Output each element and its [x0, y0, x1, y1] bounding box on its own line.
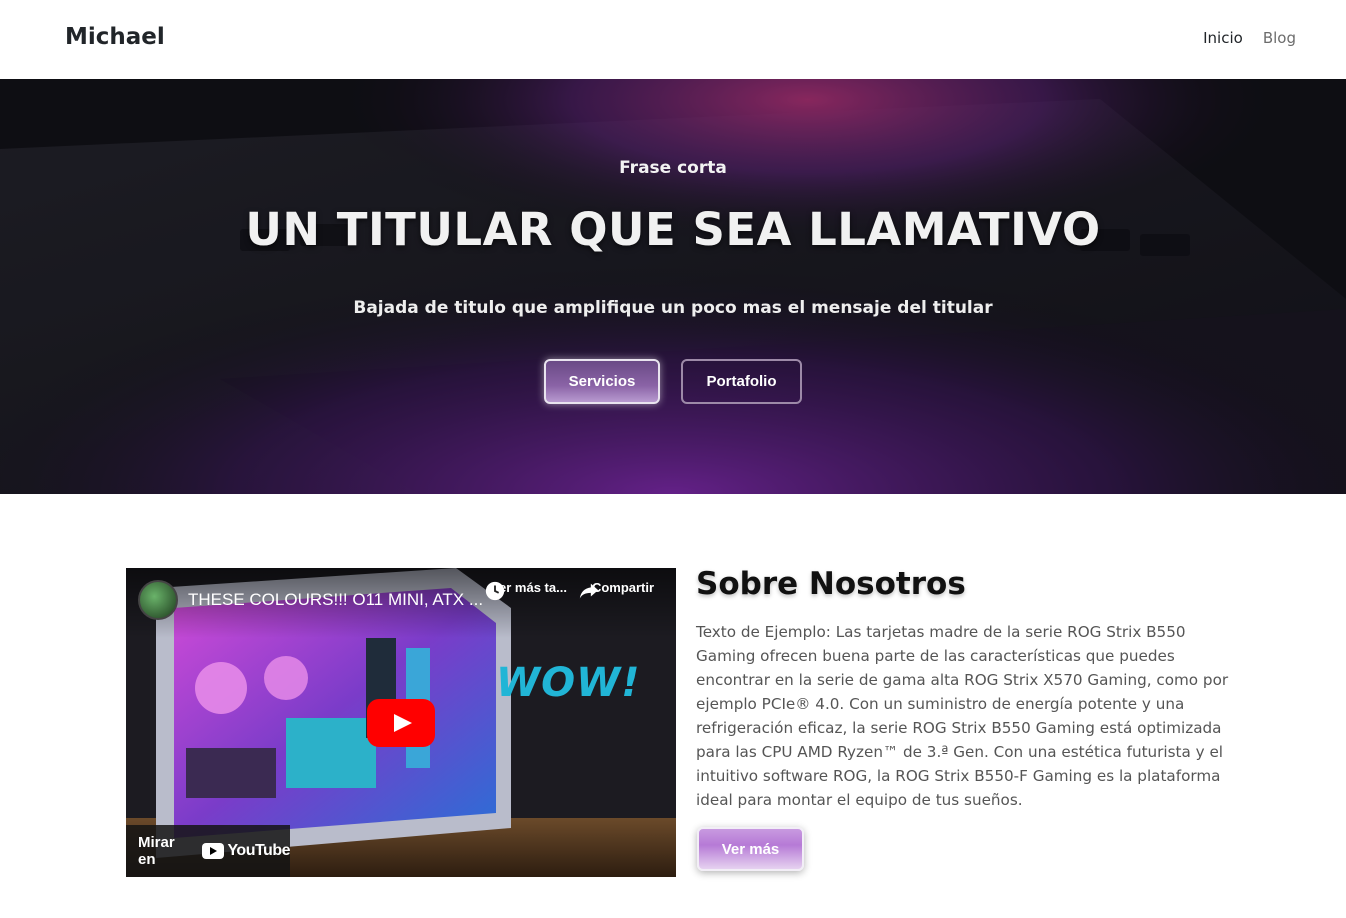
about-text: Texto de Ejemplo: Las tarjetas madre de … [696, 623, 1229, 809]
ver-mas-button[interactable]: Ver más [697, 827, 804, 871]
about-title: Sobre Nosotros [696, 566, 966, 602]
servicios-button[interactable]: Servicios [544, 359, 660, 404]
navbar: Michael Inicio Blog [0, 0, 1346, 79]
clock-icon [485, 581, 505, 601]
watch-on-label: Mirar en [138, 834, 175, 868]
channel-avatar[interactable] [138, 580, 178, 620]
play-button[interactable] [367, 699, 435, 747]
share-icon [579, 583, 599, 599]
video-title[interactable]: THESE COLOURS!!! O11 MINI, ATX ... [188, 590, 483, 610]
youtube-logo: YouTube [202, 842, 290, 860]
brand-logo[interactable]: Michael [65, 24, 165, 50]
hero-buttons: Servicios Portafolio [0, 359, 1346, 404]
hero-content: Frase corta UN TITULAR QUE SEA LLAMATIVO… [0, 79, 1346, 494]
thumbnail-wow-text: WOW! [496, 660, 641, 706]
nav-links: Inicio Blog [1203, 29, 1296, 47]
youtube-play-icon [202, 843, 225, 859]
youtube-embed[interactable]: THESE COLOURS!!! O11 MINI, ATX ... Ver m… [126, 568, 676, 877]
portafolio-button[interactable]: Portafolio [681, 359, 802, 404]
hero-title: UN TITULAR QUE SEA LLAMATIVO [245, 203, 1101, 256]
watch-on-youtube-button[interactable]: Mirar en YouTube [126, 825, 290, 877]
hero-kicker: Frase corta [619, 158, 727, 178]
share-button[interactable]: Compartir [578, 580, 668, 599]
youtube-logo-text: YouTube [227, 842, 290, 859]
hero-subtitle: Bajada de titulo que amplifique un poco … [353, 298, 993, 318]
watch-later-button[interactable]: Ver más ta... [484, 580, 574, 601]
share-label: Compartir [591, 580, 655, 595]
hero-section: Frase corta UN TITULAR QUE SEA LLAMATIVO… [0, 79, 1346, 494]
nav-link-inicio[interactable]: Inicio [1203, 29, 1243, 47]
nav-link-blog[interactable]: Blog [1263, 29, 1296, 47]
